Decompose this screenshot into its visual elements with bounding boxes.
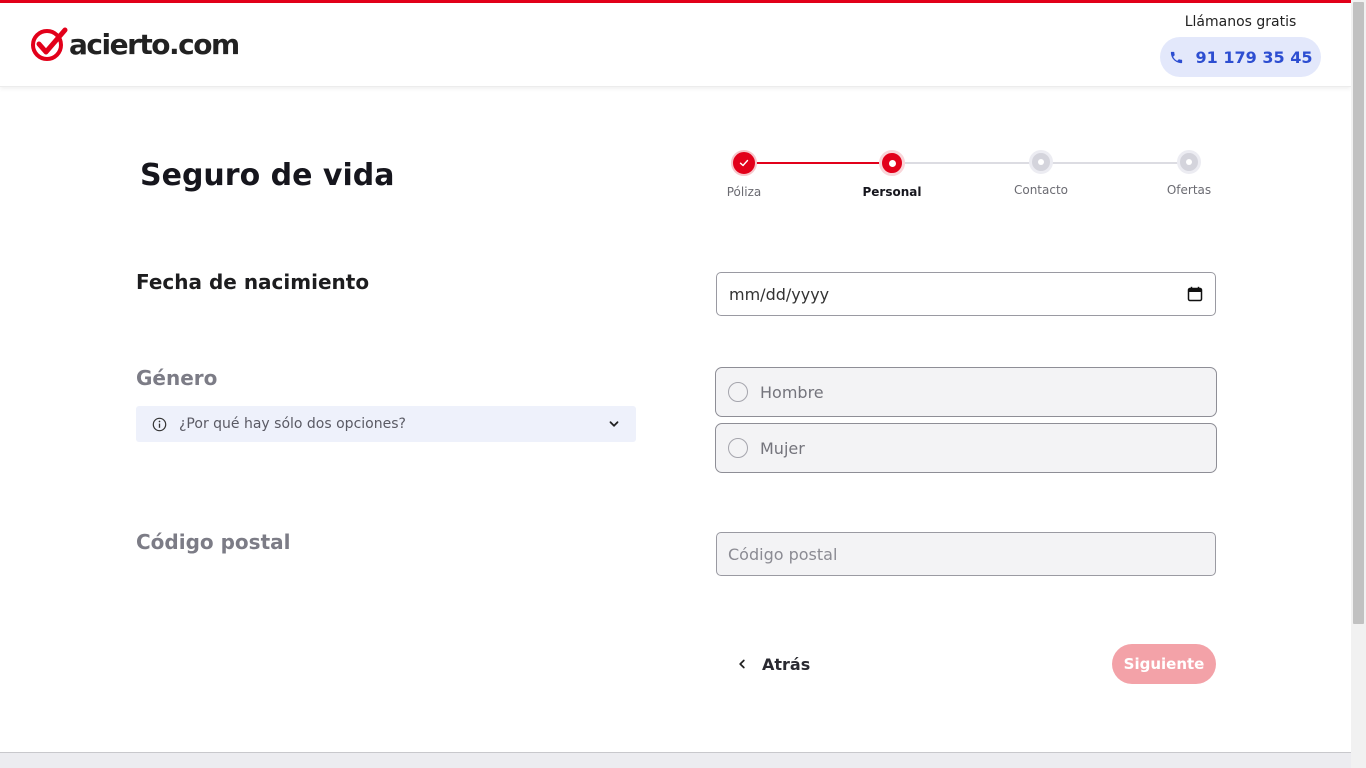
logo-text: acierto.com bbox=[69, 28, 240, 61]
step-contacto: Contacto bbox=[1007, 150, 1075, 197]
postal-code-input[interactable] bbox=[716, 532, 1216, 576]
radio-button[interactable] bbox=[728, 438, 748, 458]
info-icon bbox=[152, 417, 167, 431]
phone-icon bbox=[1170, 51, 1182, 63]
gender-option-label: Mujer bbox=[760, 438, 805, 458]
gender-info-accordion[interactable]: ¿Por qué hay sólo dos opciones? bbox=[136, 406, 636, 442]
step-label: Personal bbox=[862, 185, 922, 199]
scrollbar-thumb[interactable] bbox=[1353, 2, 1364, 624]
call-free-label: Llámanos gratis bbox=[1184, 14, 1297, 30]
logo-check-icon bbox=[31, 27, 68, 61]
gender-option-hombre[interactable]: Hombre bbox=[715, 367, 1217, 417]
step-label: Contacto bbox=[1013, 183, 1069, 197]
check-icon bbox=[731, 150, 757, 176]
site-header: acierto.com Llámanos gratis 91 179 35 45 bbox=[0, 3, 1351, 87]
phone-number: 91 179 35 45 bbox=[1195, 47, 1313, 67]
page-title: Seguro de vida bbox=[140, 158, 395, 193]
step-ofertas: Ofertas bbox=[1155, 150, 1223, 197]
back-label: Atrás bbox=[762, 654, 811, 674]
birthdate-input[interactable]: mm/dd/yyyy bbox=[716, 272, 1216, 316]
step-personal: Personal bbox=[858, 150, 926, 199]
logo[interactable]: acierto.com bbox=[30, 27, 240, 63]
step-poliza: Póliza bbox=[710, 150, 778, 199]
pending-step-dot-icon bbox=[1177, 150, 1201, 174]
step-label: Ofertas bbox=[1166, 183, 1212, 197]
footer-strip bbox=[0, 752, 1351, 768]
postal-code-label: Código postal bbox=[136, 530, 291, 554]
birthdate-placeholder: mm/dd/yyyy bbox=[729, 284, 830, 304]
phone-call-button[interactable]: 91 179 35 45 bbox=[1160, 37, 1321, 77]
progress-stepper: Póliza Personal Contacto Ofertas bbox=[710, 150, 1220, 210]
gender-info-text: ¿Por qué hay sólo dos opciones? bbox=[179, 416, 406, 432]
birthdate-label: Fecha de nacimiento bbox=[136, 270, 370, 294]
gender-option-label: Hombre bbox=[760, 382, 824, 402]
gender-option-mujer[interactable]: Mujer bbox=[715, 423, 1217, 473]
pending-step-dot-icon bbox=[1029, 150, 1053, 174]
current-step-dot-icon bbox=[879, 150, 905, 176]
back-button[interactable]: Atrás bbox=[736, 648, 810, 680]
radio-button[interactable] bbox=[728, 382, 748, 402]
chevron-down-icon bbox=[609, 421, 619, 427]
chevron-left-icon bbox=[739, 659, 745, 669]
calendar-icon[interactable] bbox=[1187, 286, 1203, 302]
step-label: Póliza bbox=[726, 185, 762, 199]
gender-label: Género bbox=[136, 366, 218, 390]
next-button[interactable]: Siguiente bbox=[1112, 644, 1216, 684]
vertical-scrollbar[interactable] bbox=[1351, 0, 1366, 768]
